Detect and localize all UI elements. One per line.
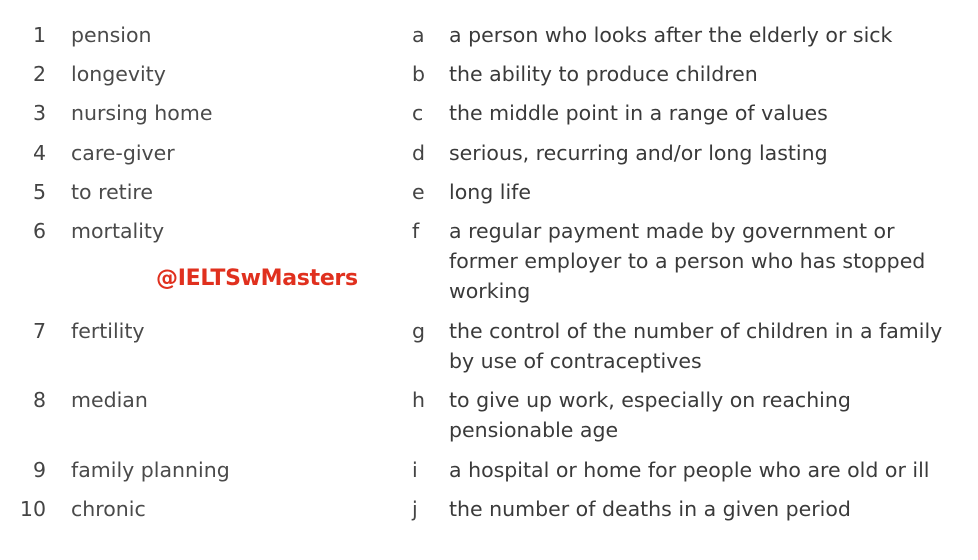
definition-letter: j bbox=[412, 497, 418, 521]
definition-text: a hospital or home for people who are ol… bbox=[449, 458, 930, 482]
term-text: pension bbox=[71, 23, 152, 47]
term-number: 7 bbox=[32, 319, 46, 343]
term-number: 6 bbox=[32, 219, 46, 243]
definition-letter: h bbox=[412, 388, 425, 412]
term-number: 9 bbox=[32, 458, 46, 482]
definition-letter: b bbox=[412, 62, 426, 86]
definition-text: serious, recurring and/or long lasting bbox=[449, 141, 828, 165]
definition-text: to give up work, especially on reaching … bbox=[449, 388, 851, 442]
definition-letter: c bbox=[412, 101, 424, 125]
term-text: nursing home bbox=[71, 101, 213, 125]
definition-letter: f bbox=[412, 219, 420, 243]
term-number: 3 bbox=[32, 101, 46, 125]
term-number: 5 bbox=[32, 180, 46, 204]
term-text: longevity bbox=[71, 62, 166, 86]
vocabulary-matching-exercise: 1 pension a a person who looks after the… bbox=[0, 0, 978, 560]
definition-text: a regular payment made by government or … bbox=[449, 219, 926, 303]
definition-text: the middle point in a range of values bbox=[449, 101, 828, 125]
term-number: 8 bbox=[32, 388, 46, 412]
term-number: 2 bbox=[32, 62, 46, 86]
term-text: to retire bbox=[71, 180, 154, 204]
definition-text: the number of deaths in a given period bbox=[449, 497, 851, 521]
term-number: 4 bbox=[32, 141, 46, 165]
term-number: 10 bbox=[19, 497, 46, 521]
term-text: family planning bbox=[71, 458, 230, 482]
term-text: fertility bbox=[71, 319, 145, 343]
definition-letter: e bbox=[412, 180, 425, 204]
definition-letter: g bbox=[412, 319, 426, 343]
definition-text: a person who looks after the elderly or … bbox=[449, 23, 893, 47]
term-text: median bbox=[71, 388, 148, 412]
watermark-handle: @IELTSwMasters bbox=[156, 266, 358, 291]
definition-letter: a bbox=[412, 23, 425, 47]
definition-text: the ability to produce children bbox=[449, 62, 758, 86]
term-text: care-giver bbox=[71, 141, 175, 165]
definition-letter: d bbox=[412, 141, 426, 165]
definition-text: the control of the number of children in… bbox=[449, 319, 943, 373]
definition-letter: i bbox=[412, 458, 418, 482]
term-number: 1 bbox=[32, 23, 46, 47]
term-text: mortality bbox=[71, 219, 165, 243]
definition-text: long life bbox=[449, 180, 531, 204]
term-text: chronic bbox=[71, 497, 146, 521]
